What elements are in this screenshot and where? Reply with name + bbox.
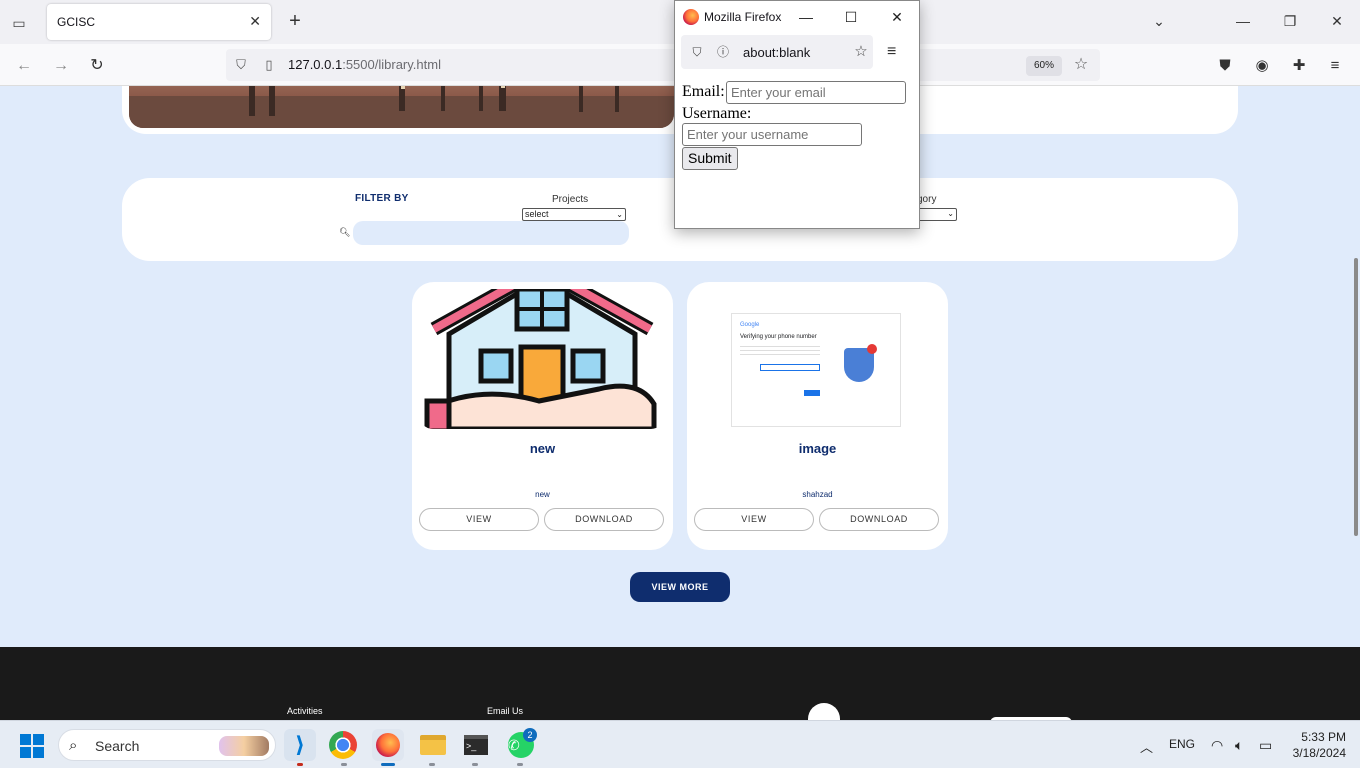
reload-icon[interactable]: ↻	[85, 54, 109, 78]
popup-window-title: Mozilla Firefox	[704, 10, 782, 24]
start-button[interactable]	[20, 734, 44, 758]
footer-logo	[808, 703, 840, 720]
browser-tab[interactable]: GCISC ✕	[47, 4, 271, 40]
list-all-tabs-icon[interactable]: ⌄	[1148, 10, 1170, 32]
menu-icon[interactable]: ≡	[887, 43, 896, 61]
zoom-indicator[interactable]: 60%	[1026, 56, 1062, 76]
chrome-icon[interactable]	[329, 731, 357, 759]
clock-time: 5:33 PM	[1301, 730, 1346, 744]
username-field[interactable]: Enter your username	[682, 123, 862, 146]
app-indicator	[341, 763, 347, 766]
hero-image	[129, 86, 674, 128]
card-author: new	[535, 490, 550, 499]
download-button[interactable]: DOWNLOAD	[819, 508, 939, 531]
footer-activities-link[interactable]: Activities	[287, 706, 323, 716]
app-indicator	[517, 763, 523, 766]
firefox-icon[interactable]	[372, 729, 404, 761]
firefox-popup-window: Mozilla Firefox — ☐ ✕ ⛉ ⓘ about:blank ☆ …	[674, 0, 920, 229]
notification-badge: 2	[523, 728, 537, 742]
app-indicator	[429, 763, 435, 766]
url-text[interactable]: 127.0.0.1:5500/library.html	[288, 57, 441, 72]
search-icon: ⌕	[69, 737, 78, 754]
app-indicator	[297, 763, 303, 766]
popup-form: Email: Enter your email Username: Enter …	[675, 73, 919, 229]
screenshot-thumbnail: Google Verifying your phone number	[694, 289, 940, 429]
taskbar-search[interactable]: ⌕ Search	[58, 729, 276, 761]
popup-url-bar[interactable]: ⛉ ⓘ about:blank ☆	[681, 35, 873, 69]
download-button[interactable]: DOWNLOAD	[544, 508, 664, 531]
wifi-icon[interactable]: ◠	[1211, 737, 1223, 754]
restore-icon[interactable]: ❐	[1279, 10, 1301, 32]
close-icon[interactable]: ✕	[887, 7, 907, 27]
bookmark-star-icon[interactable]: ☆	[853, 44, 869, 60]
submit-button[interactable]: Submit	[682, 147, 738, 170]
new-tab-icon[interactable]: +	[284, 10, 306, 32]
windows-taskbar: ⌕ Search ⟩ >_ ✆ 2 ︿ ENG ◠ 🔈︎ ▭ 5:33 PM 3…	[0, 720, 1360, 768]
footer-email-link[interactable]: Email Us	[487, 706, 523, 716]
search-icon: 🔍︎	[339, 227, 351, 237]
close-window-icon[interactable]: ✕	[1326, 10, 1348, 32]
back-icon[interactable]: ←	[12, 54, 36, 78]
card-title: image	[798, 441, 837, 456]
volume-icon[interactable]: 🔈︎	[1235, 737, 1243, 754]
email-label: Email:	[682, 83, 725, 100]
shield-icon[interactable]: ⛉	[232, 56, 250, 74]
view-more-button[interactable]: VIEW MORE	[630, 572, 730, 602]
file-explorer-icon[interactable]	[417, 729, 449, 761]
library-card: new new VIEW DOWNLOAD	[412, 282, 673, 550]
username-label: Username:	[682, 105, 752, 122]
search-highlight-image	[219, 736, 269, 756]
firefox-icon	[683, 9, 699, 25]
popup-url-text[interactable]: about:blank	[743, 45, 810, 60]
bookmark-star-icon[interactable]: ☆	[1072, 56, 1090, 74]
maximize-icon[interactable]: ☐	[841, 7, 861, 27]
forward-icon[interactable]: →	[49, 54, 73, 78]
email-field[interactable]: Enter your email	[726, 81, 906, 104]
system-clock[interactable]: 5:33 PM 3/18/2024	[1290, 729, 1346, 761]
filter-title: FILTER BY	[355, 193, 409, 204]
tab-list-icon[interactable]: ▭	[8, 12, 30, 34]
chevron-down-icon: ⌄	[947, 209, 954, 218]
app-indicator	[381, 763, 395, 766]
projects-select[interactable]: select ⌄	[522, 208, 626, 221]
battery-icon[interactable]: ▭	[1259, 737, 1272, 754]
projects-label: Projects	[552, 194, 589, 205]
close-tab-icon[interactable]: ✕	[249, 13, 261, 30]
pocket-icon[interactable]: ⛊	[1213, 54, 1237, 78]
library-card: Google Verifying your phone number image…	[687, 282, 948, 550]
page-icon[interactable]: ▯	[260, 56, 278, 74]
chevron-up-icon[interactable]: ︿	[1140, 737, 1153, 756]
extensions-icon[interactable]: ✚	[1287, 54, 1311, 78]
view-button[interactable]: VIEW	[419, 508, 539, 531]
account-icon[interactable]: ◉	[1250, 54, 1274, 78]
popup-title-bar: Mozilla Firefox — ☐ ✕	[675, 1, 919, 33]
chevron-down-icon: ⌄	[616, 210, 623, 219]
clock-date: 3/18/2024	[1292, 746, 1346, 760]
vscode-icon[interactable]: ⟩	[284, 729, 316, 761]
info-icon[interactable]: ⓘ	[715, 44, 731, 60]
minimize-icon[interactable]: —	[796, 7, 816, 27]
app-indicator	[472, 763, 478, 766]
language-indicator[interactable]: ENG	[1169, 737, 1195, 751]
card-author: shahzad	[802, 490, 833, 499]
menu-icon[interactable]: ≡	[1323, 54, 1347, 78]
view-button[interactable]: VIEW	[694, 508, 814, 531]
search-label: Search	[95, 738, 140, 754]
filter-search-input[interactable]	[353, 221, 629, 245]
terminal-icon[interactable]: >_	[460, 729, 492, 761]
footer: Activities Email Us	[0, 647, 1360, 720]
minimize-icon[interactable]: —	[1232, 10, 1254, 32]
card-title: new	[529, 441, 556, 456]
tab-title: GCISC	[57, 15, 96, 29]
url-bar[interactable]: ⛉ ▯ 127.0.0.1:5500/library.html 60% ☆	[226, 49, 1100, 81]
house-thumbnail	[419, 289, 665, 429]
page-scrollbar[interactable]	[1354, 258, 1358, 536]
category-select[interactable]: ⌄	[917, 208, 957, 221]
shield-icon[interactable]: ⛉	[689, 44, 705, 60]
